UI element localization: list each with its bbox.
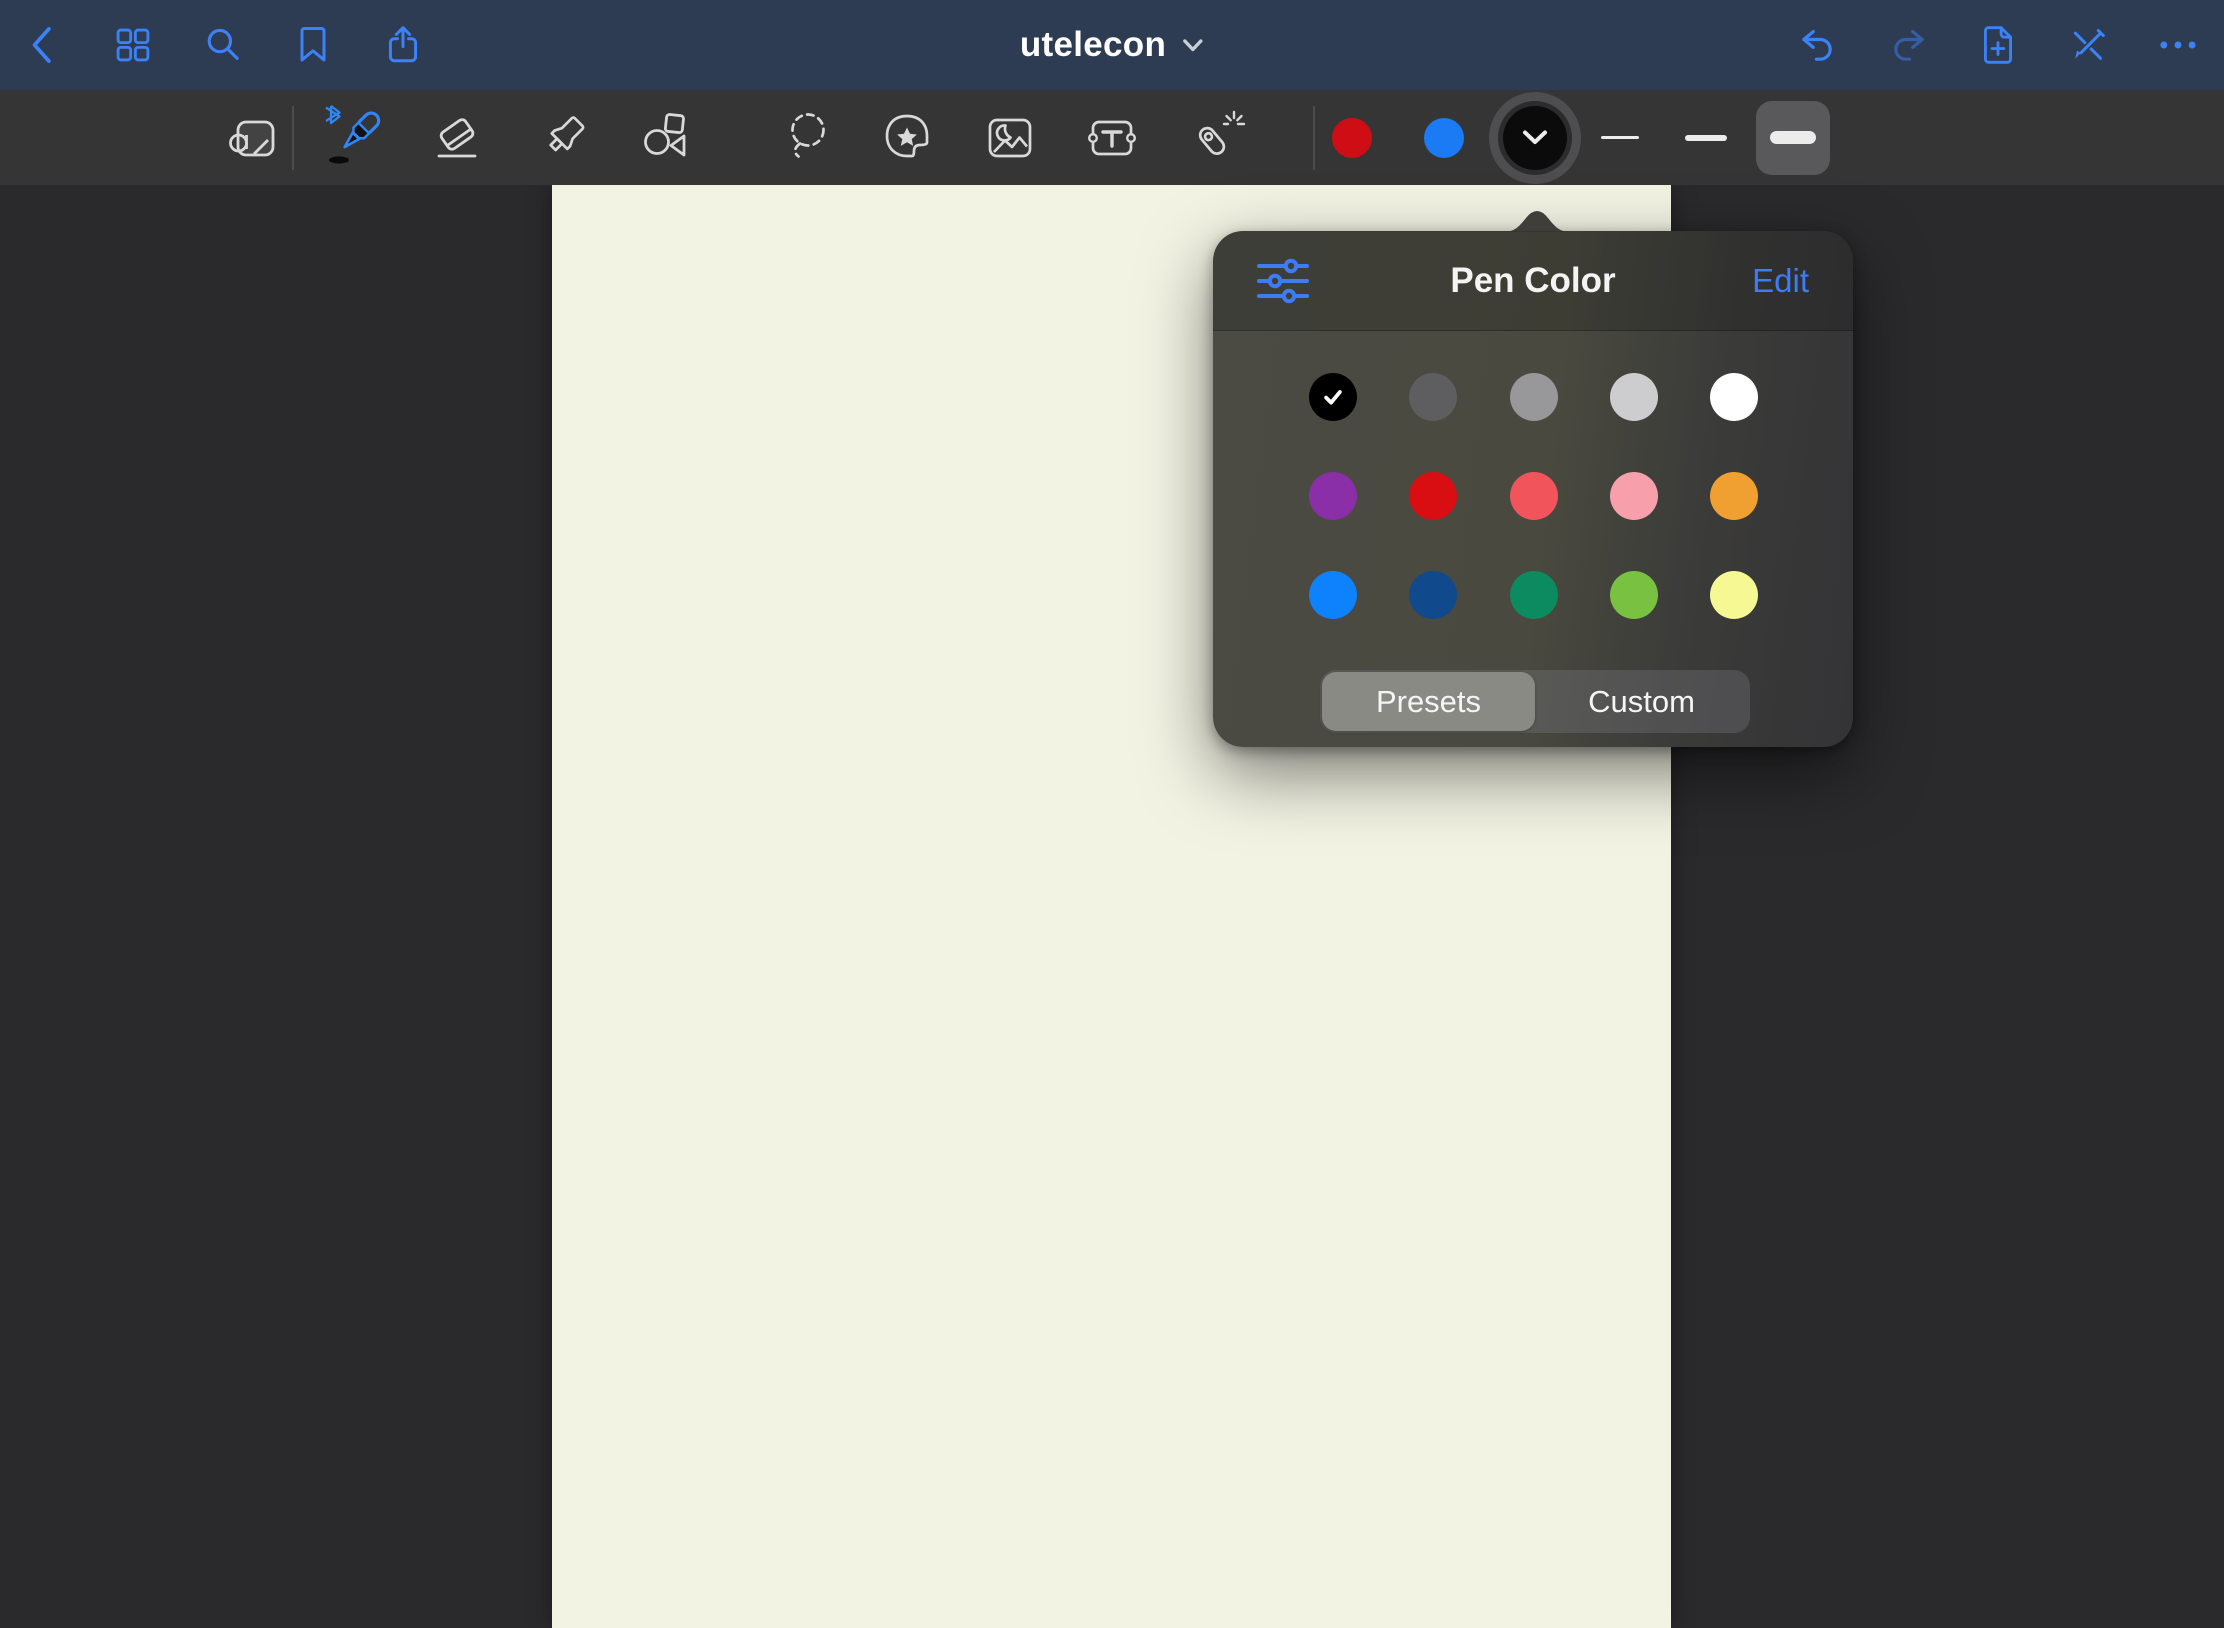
search-button[interactable] (201, 23, 245, 67)
color-swatch-dark-gray[interactable] (1409, 373, 1457, 421)
color-swatch-light-green[interactable] (1610, 571, 1658, 619)
ink-color-black-selected[interactable] (1503, 106, 1567, 170)
lasso-tool[interactable] (779, 109, 837, 167)
color-swatch-red[interactable] (1409, 472, 1457, 520)
color-swatch-pink[interactable] (1610, 472, 1658, 520)
pen-tool[interactable] (318, 102, 390, 174)
undo-icon (1796, 23, 1840, 67)
color-swatch-orange[interactable] (1710, 472, 1758, 520)
swatch-row (1309, 472, 1758, 520)
more-icon (2156, 23, 2200, 67)
ink-color-blue[interactable] (1424, 118, 1464, 158)
bookmark-button[interactable] (291, 23, 335, 67)
thickness-thin[interactable] (1590, 108, 1650, 168)
swatch-row (1309, 373, 1758, 421)
back-icon (23, 23, 63, 67)
checkmark-icon (1318, 382, 1348, 412)
color-swatch-blue[interactable] (1309, 571, 1357, 619)
zoom-window-icon (223, 109, 281, 167)
color-swatch-yellow[interactable] (1710, 571, 1758, 619)
eraser-tool[interactable] (429, 109, 487, 167)
text-tool[interactable] (1083, 109, 1141, 167)
shapes-icon (636, 109, 694, 167)
presets-custom-segmented-control: Presets Custom (1320, 670, 1750, 733)
tab-presets[interactable]: Presets (1322, 672, 1535, 731)
color-swatch-navy[interactable] (1409, 571, 1457, 619)
popover-title: Pen Color (1450, 261, 1615, 301)
shapes-tool[interactable] (636, 109, 694, 167)
thickness-medium[interactable] (1676, 108, 1736, 168)
medium-line (1685, 135, 1727, 141)
more-button[interactable] (2156, 23, 2200, 67)
pen-cross-icon (2066, 23, 2110, 67)
canvas-background (0, 185, 2224, 1628)
color-swatch-grid (1309, 373, 1758, 670)
share-button[interactable] (381, 23, 425, 67)
pen-icon-selected (318, 102, 390, 174)
document-title: utelecon (1020, 25, 1166, 65)
thickness-thick-selected[interactable] (1756, 101, 1830, 175)
color-swatch-purple[interactable] (1309, 472, 1357, 520)
image-icon (981, 109, 1039, 167)
color-swatch-coral[interactable] (1510, 472, 1558, 520)
edit-button[interactable]: Edit (1752, 262, 1809, 300)
chevron-down-icon (1521, 129, 1549, 146)
add-page-icon (1976, 23, 2020, 67)
app-window: utelecon (0, 0, 2224, 1628)
swatch-row (1309, 571, 1758, 619)
tab-custom[interactable]: Custom (1535, 672, 1748, 731)
highlighter-icon (533, 109, 591, 167)
redo-icon (1886, 23, 1930, 67)
sticker-tool[interactable] (879, 109, 937, 167)
thin-line (1601, 136, 1639, 140)
toolbar-divider (292, 106, 294, 170)
sticker-icon (879, 109, 937, 167)
top-navigation-bar: utelecon (0, 0, 2224, 90)
laser-pointer-icon (1189, 109, 1247, 167)
pen-color-popover: Pen Color Edit Presets Custom (1213, 231, 1853, 747)
bookmark-icon (291, 23, 335, 67)
document-title-dropdown[interactable]: utelecon (1020, 0, 1204, 90)
grid-icon (111, 23, 155, 67)
color-swatch-light-gray[interactable] (1610, 373, 1658, 421)
bluetooth-icon (326, 106, 340, 123)
ink-color-red[interactable] (1332, 118, 1372, 158)
add-page-button[interactable] (1976, 23, 2020, 67)
popover-arrow (1502, 204, 1572, 232)
highlighter-tool[interactable] (533, 109, 591, 167)
share-icon (381, 23, 425, 67)
undo-button[interactable] (1796, 23, 1840, 67)
red-ink-swatch (1332, 118, 1372, 158)
image-tool[interactable] (981, 109, 1039, 167)
laser-pointer-tool[interactable] (1189, 109, 1247, 167)
thumbnails-button[interactable] (111, 23, 155, 67)
chevron-down-icon (1182, 38, 1204, 53)
redo-button[interactable] (1886, 23, 1930, 67)
lasso-icon (779, 109, 837, 167)
zoom-window-tool[interactable] (223, 109, 281, 167)
color-swatch-black[interactable] (1309, 373, 1357, 421)
popover-header: Pen Color Edit (1213, 231, 1853, 331)
color-swatch-white[interactable] (1710, 373, 1758, 421)
back-button[interactable] (21, 23, 65, 67)
thick-selected-background (1756, 101, 1830, 175)
sliders-icon[interactable] (1257, 258, 1309, 304)
color-swatch-gray[interactable] (1510, 373, 1558, 421)
eraser-icon (429, 109, 487, 167)
toolbar-divider (1313, 106, 1315, 170)
color-swatch-green[interactable] (1510, 571, 1558, 619)
search-icon (201, 23, 245, 67)
drawing-toolbar (0, 90, 2224, 185)
stylus-toggle-button[interactable] (2066, 23, 2110, 67)
text-icon (1083, 109, 1141, 167)
thick-line (1770, 131, 1816, 144)
black-ink-swatch (1503, 106, 1567, 170)
blue-ink-swatch (1424, 118, 1464, 158)
